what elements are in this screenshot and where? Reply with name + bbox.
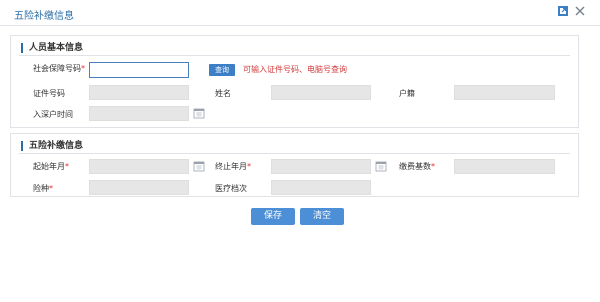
start-month-field[interactable] bbox=[89, 159, 189, 174]
calendar-icon[interactable] bbox=[375, 160, 387, 172]
insurance-type-field[interactable] bbox=[89, 180, 189, 195]
name-field[interactable] bbox=[271, 85, 371, 100]
name-label: 姓名 bbox=[215, 89, 231, 98]
ssn-label: 社会保障号码* bbox=[33, 64, 85, 73]
dialog-titlebar: 五险补缴信息 bbox=[0, 0, 600, 26]
query-hint: 可输入证件号码、电脑号查询 bbox=[243, 65, 347, 74]
dialog-title: 五险补缴信息 bbox=[14, 11, 74, 22]
close-icon[interactable] bbox=[574, 5, 586, 17]
payment-base-label: 缴费基数* bbox=[399, 162, 435, 171]
medical-level-label: 医疗档次 bbox=[215, 184, 247, 193]
maximize-icon[interactable] bbox=[557, 5, 569, 17]
section-divider bbox=[19, 153, 570, 154]
payment-info-title: 五险补缴信息 bbox=[21, 141, 83, 151]
entry-date-label: 入深户时间 bbox=[33, 110, 73, 119]
save-button[interactable]: 保存 bbox=[251, 208, 295, 225]
calendar-icon[interactable] bbox=[193, 107, 205, 119]
personal-info-section: 人员基本信息 社会保障号码* 查询 可输入证件号码、电脑号查询 证件号码 姓名 … bbox=[10, 35, 579, 128]
medical-level-field[interactable] bbox=[271, 180, 371, 195]
ssn-input[interactable] bbox=[89, 62, 189, 78]
payment-base-field[interactable] bbox=[454, 159, 555, 174]
query-button[interactable]: 查询 bbox=[209, 64, 235, 76]
calendar-icon[interactable] bbox=[193, 160, 205, 172]
insurance-type-label: 险种* bbox=[33, 184, 53, 193]
household-field[interactable] bbox=[454, 85, 555, 100]
id-number-label: 证件号码 bbox=[33, 89, 65, 98]
end-month-label: 终止年月* bbox=[215, 162, 251, 171]
end-month-field[interactable] bbox=[271, 159, 371, 174]
payment-info-section: 五险补缴信息 起始年月* 终止年月* 缴费基数* 险种* 医疗档次 bbox=[10, 133, 579, 197]
household-label: 户籍 bbox=[399, 89, 415, 98]
section-divider bbox=[19, 55, 570, 56]
clear-button[interactable]: 清空 bbox=[300, 208, 344, 225]
personal-info-title: 人员基本信息 bbox=[21, 43, 83, 53]
start-month-label: 起始年月* bbox=[33, 162, 69, 171]
entry-date-field[interactable] bbox=[89, 106, 189, 121]
id-number-field[interactable] bbox=[89, 85, 189, 100]
